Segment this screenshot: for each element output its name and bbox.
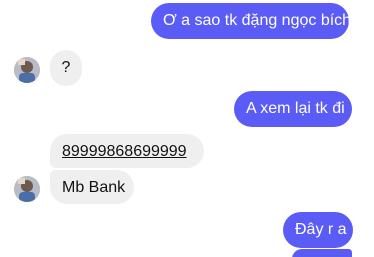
message-outgoing-partial[interactable]: [292, 249, 352, 257]
message-incoming[interactable]: ?: [50, 50, 82, 86]
message-outgoing[interactable]: A xem lại tk đi: [234, 91, 352, 127]
contact-avatar[interactable]: [14, 57, 40, 83]
account-number-link[interactable]: 89999868699999: [62, 143, 187, 160]
message-incoming[interactable]: Mb Bank: [50, 170, 134, 204]
message-incoming[interactable]: 89999868699999: [50, 134, 204, 168]
message-text: A xem lại tk đi: [246, 100, 345, 117]
message-text: ?: [61, 59, 71, 76]
message-text: Đây r a: [295, 221, 347, 238]
message-text: Mb Bank: [62, 179, 126, 196]
contact-avatar[interactable]: [14, 176, 40, 202]
message-text: Ơ a sao tk đặng ngọc bích: [163, 12, 352, 29]
message-outgoing[interactable]: Đây r a: [283, 212, 353, 248]
chat-thread: Ơ a sao tk đặng ngọc bích ? A xem lại tk…: [0, 0, 374, 257]
message-outgoing[interactable]: Ơ a sao tk đặng ngọc bích: [151, 3, 352, 39]
